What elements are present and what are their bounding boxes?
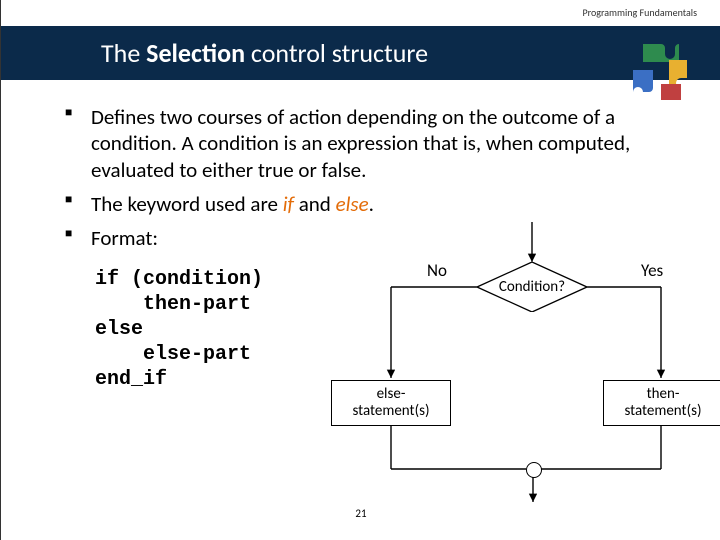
puzzle-icon	[625, 36, 697, 108]
b2-after: .	[369, 191, 374, 217]
slide-title: The Selection control structure	[101, 37, 428, 69]
title-prefix: The	[101, 37, 146, 69]
diamond-label: Condition?	[477, 262, 587, 312]
else-box-text: else- statement(s)	[352, 386, 429, 421]
bullet-1: Defines two courses of action depending …	[61, 104, 681, 183]
then-box: then- statement(s)	[603, 380, 720, 426]
page-number: 21	[355, 507, 366, 520]
flowchart: No Yes Condition? else- statement(s) the…	[321, 232, 701, 492]
decision-diamond: Condition?	[477, 262, 587, 312]
keyword-else: else	[336, 191, 369, 217]
label-no: No	[427, 260, 447, 281]
b2-before: The keyword used are	[91, 191, 283, 217]
title-suffix: control structure	[245, 37, 428, 69]
else-box: else- statement(s)	[331, 380, 451, 426]
title-bold: Selection	[146, 37, 245, 69]
title-bar: The Selection control structure	[1, 26, 720, 80]
label-yes: Yes	[641, 260, 663, 281]
b2-mid: and	[294, 191, 336, 217]
then-box-text: then- statement(s)	[624, 386, 701, 421]
bullet-2: The keyword used are if and else.	[61, 191, 681, 217]
keyword-if: if	[283, 191, 294, 217]
course-label: Programming Fundamentals	[582, 6, 697, 19]
merge-connector-icon	[526, 462, 542, 478]
slide: Programming Fundamentals The Selection c…	[0, 0, 720, 540]
